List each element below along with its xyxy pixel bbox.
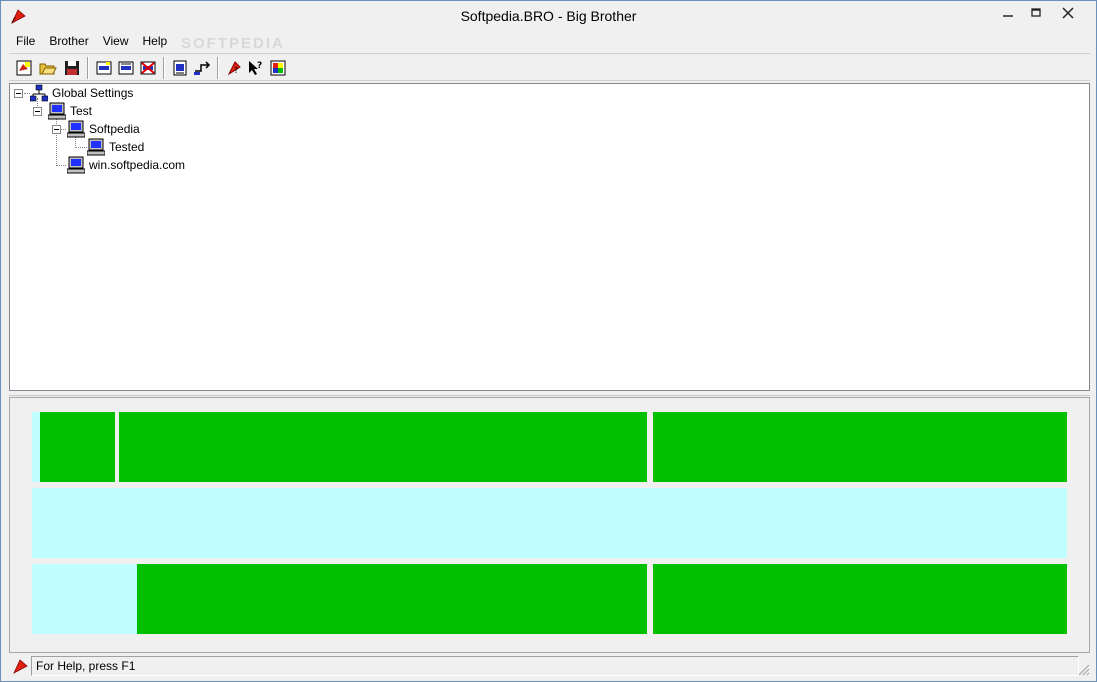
tree-item-global-settings[interactable]: Global Settings (30, 84, 133, 102)
tree-connector (56, 116, 57, 166)
status-bar: For Help, press F1 (9, 656, 1090, 676)
display-button[interactable] (267, 57, 289, 79)
minimize-icon (1003, 15, 1013, 17)
computer-icon (67, 156, 85, 174)
tree-item-softpedia[interactable]: Softpedia (67, 120, 140, 138)
new-file-icon (16, 60, 32, 76)
close-icon (1062, 7, 1074, 19)
toolbar-separator (217, 57, 219, 79)
status-cell-ok[interactable] (137, 564, 647, 634)
status-cell-empty[interactable] (32, 564, 137, 634)
new-button[interactable] (13, 57, 35, 79)
color-display-icon (270, 60, 286, 76)
computer-icon (48, 102, 66, 120)
menu-brother[interactable]: Brother (42, 31, 95, 51)
status-cell-ok[interactable] (119, 412, 647, 482)
computer-icon (67, 120, 85, 138)
host-tree[interactable]: Global Settings Test Softpedia Tested wi… (9, 83, 1090, 391)
menu-file[interactable]: File (9, 31, 42, 51)
add-host-button[interactable] (93, 57, 115, 79)
pane-splitter[interactable] (9, 391, 1090, 396)
properties-icon (173, 60, 187, 76)
status-cell-empty[interactable] (32, 412, 40, 482)
about-button[interactable]: ? (223, 57, 245, 79)
collapse-toggle[interactable] (52, 125, 61, 134)
pointer-help-icon: ? (249, 61, 262, 75)
close-button[interactable] (1045, 1, 1091, 25)
about-icon: ? (227, 61, 241, 76)
svg-text:?: ? (234, 66, 238, 75)
maximize-icon (1031, 8, 1041, 17)
tree-connector (75, 147, 87, 148)
svg-text:?: ? (257, 61, 262, 71)
edit-host-icon (118, 61, 134, 75)
open-button[interactable] (37, 57, 59, 79)
add-host-icon (96, 61, 112, 75)
toolbar: ? ? (9, 53, 1090, 81)
tree-item-win-softpedia[interactable]: win.softpedia.com (67, 156, 185, 174)
tree-item-label: Global Settings (52, 86, 134, 100)
floppy-disk-icon (65, 61, 79, 75)
status-cell-empty[interactable] (32, 488, 1067, 558)
window-title: Softpedia.BRO - Big Brother (460, 8, 637, 24)
save-button[interactable] (61, 57, 83, 79)
title-bar[interactable]: Softpedia.BRO - Big Brother (1, 1, 1096, 31)
status-text: For Help, press F1 (31, 656, 1079, 676)
properties-button[interactable] (169, 57, 191, 79)
tree-item-label: Softpedia (89, 122, 140, 136)
toolbar-separator (163, 57, 165, 79)
tree-item-tested[interactable]: Tested (87, 138, 144, 156)
red-flag-icon (13, 659, 28, 674)
resize-grip-icon[interactable] (1076, 662, 1090, 676)
status-cell-ok[interactable] (653, 564, 1067, 634)
tree-connector (56, 165, 66, 166)
computer-icon (87, 138, 105, 156)
tree-item-label: Tested (109, 140, 145, 154)
menu-view[interactable]: View (96, 31, 136, 51)
menu-help[interactable]: Help (136, 31, 175, 51)
delete-host-icon (140, 61, 156, 75)
tree-item-label: Test (70, 104, 93, 118)
collapse-toggle[interactable] (33, 107, 42, 116)
status-grid (9, 397, 1090, 653)
collapse-toggle[interactable] (14, 89, 23, 98)
status-cell-ok[interactable] (653, 412, 1067, 482)
context-help-button[interactable]: ? (245, 57, 267, 79)
tree-item-label: win.softpedia.com (89, 158, 186, 172)
open-folder-icon (39, 63, 57, 75)
delete-host-button[interactable] (137, 57, 159, 79)
watermark: SOFTPEDIA (181, 35, 285, 52)
toolbar-separator (87, 57, 89, 79)
tree-item-test[interactable]: Test (48, 102, 92, 120)
edit-host-button[interactable] (115, 57, 137, 79)
status-cell-ok[interactable] (40, 412, 115, 482)
app-window: Softpedia.BRO - Big Brother File Brother… (0, 0, 1097, 682)
menu-bar: File Brother View Help (9, 31, 1089, 51)
network-icon (30, 84, 48, 102)
connect-icon (194, 61, 211, 75)
connect-button[interactable] (191, 57, 213, 79)
